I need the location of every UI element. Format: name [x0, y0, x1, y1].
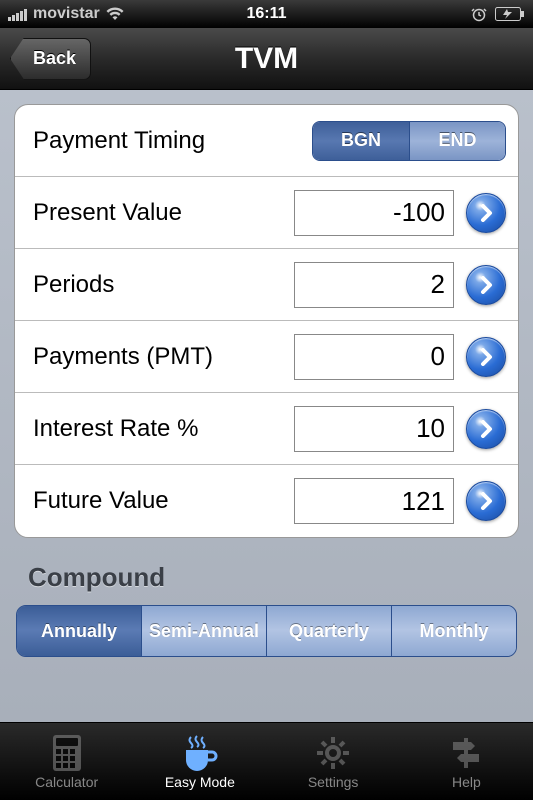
periods-input[interactable]: [294, 262, 454, 308]
chevron-right-icon: [479, 204, 493, 222]
alarm-icon: [471, 6, 487, 22]
tab-calculator-label: Calculator: [35, 774, 98, 790]
nav-bar: Back TVM: [0, 28, 533, 90]
row-periods: Periods: [15, 249, 518, 321]
back-label: Back: [33, 48, 76, 69]
compound-quarterly[interactable]: Quarterly: [266, 606, 391, 656]
interest-rate-detail[interactable]: [466, 409, 506, 449]
payment-timing-segment: BGN END: [312, 121, 506, 161]
tab-settings-label: Settings: [308, 774, 359, 790]
payment-timing-label: Payment Timing: [33, 127, 312, 155]
payment-timing-end[interactable]: END: [409, 122, 505, 160]
compound-monthly[interactable]: Monthly: [391, 606, 516, 656]
compound-semi-annual[interactable]: Semi-Annual: [141, 606, 266, 656]
payments-label: Payments (PMT): [33, 343, 294, 371]
status-bar: movistar 16:11: [0, 0, 533, 28]
periods-label: Periods: [33, 271, 294, 299]
present-value-input[interactable]: [294, 190, 454, 236]
future-value-detail[interactable]: [466, 481, 506, 521]
row-interest-rate: Interest Rate %: [15, 393, 518, 465]
chevron-right-icon: [479, 276, 493, 294]
tvm-card: Payment Timing BGN END Present Value Per…: [14, 104, 519, 538]
future-value-label: Future Value: [33, 487, 294, 515]
battery-icon: [495, 7, 525, 21]
carrier-label: movistar: [33, 5, 100, 23]
compound-annually[interactable]: Annually: [17, 606, 141, 656]
content-area: Payment Timing BGN END Present Value Per…: [0, 90, 533, 722]
present-value-label: Present Value: [33, 199, 294, 227]
future-value-input[interactable]: [294, 478, 454, 524]
compound-header: Compound: [28, 562, 519, 593]
cup-icon: [180, 734, 220, 772]
signpost-icon: [447, 734, 485, 772]
chevron-right-icon: [479, 420, 493, 438]
payment-timing-bgn[interactable]: BGN: [313, 122, 409, 160]
row-payments: Payments (PMT): [15, 321, 518, 393]
calculator-icon: [50, 734, 84, 772]
interest-rate-input[interactable]: [294, 406, 454, 452]
present-value-detail[interactable]: [466, 193, 506, 233]
back-button[interactable]: Back: [10, 38, 91, 80]
payments-input[interactable]: [294, 334, 454, 380]
row-payment-timing: Payment Timing BGN END: [15, 105, 518, 177]
signal-icon: [8, 7, 27, 21]
tab-calculator[interactable]: Calculator: [0, 723, 133, 800]
app-screen: movistar 16:11 Back TVM Payment Timing: [0, 0, 533, 800]
tab-help[interactable]: Help: [400, 723, 533, 800]
tab-settings[interactable]: Settings: [267, 723, 400, 800]
chevron-right-icon: [479, 348, 493, 366]
wifi-icon: [106, 7, 124, 21]
payments-detail[interactable]: [466, 337, 506, 377]
row-present-value: Present Value: [15, 177, 518, 249]
chevron-right-icon: [479, 492, 493, 510]
tab-bar: Calculator Easy Mode Settings Help: [0, 722, 533, 800]
tab-easy-mode[interactable]: Easy Mode: [133, 723, 266, 800]
gear-icon: [314, 734, 352, 772]
periods-detail[interactable]: [466, 265, 506, 305]
compound-segment: Annually Semi-Annual Quarterly Monthly: [16, 605, 517, 657]
interest-rate-label: Interest Rate %: [33, 415, 294, 443]
tab-help-label: Help: [452, 774, 481, 790]
clock-label: 16:11: [180, 5, 352, 23]
row-future-value: Future Value: [15, 465, 518, 537]
tab-easy-mode-label: Easy Mode: [165, 774, 235, 790]
